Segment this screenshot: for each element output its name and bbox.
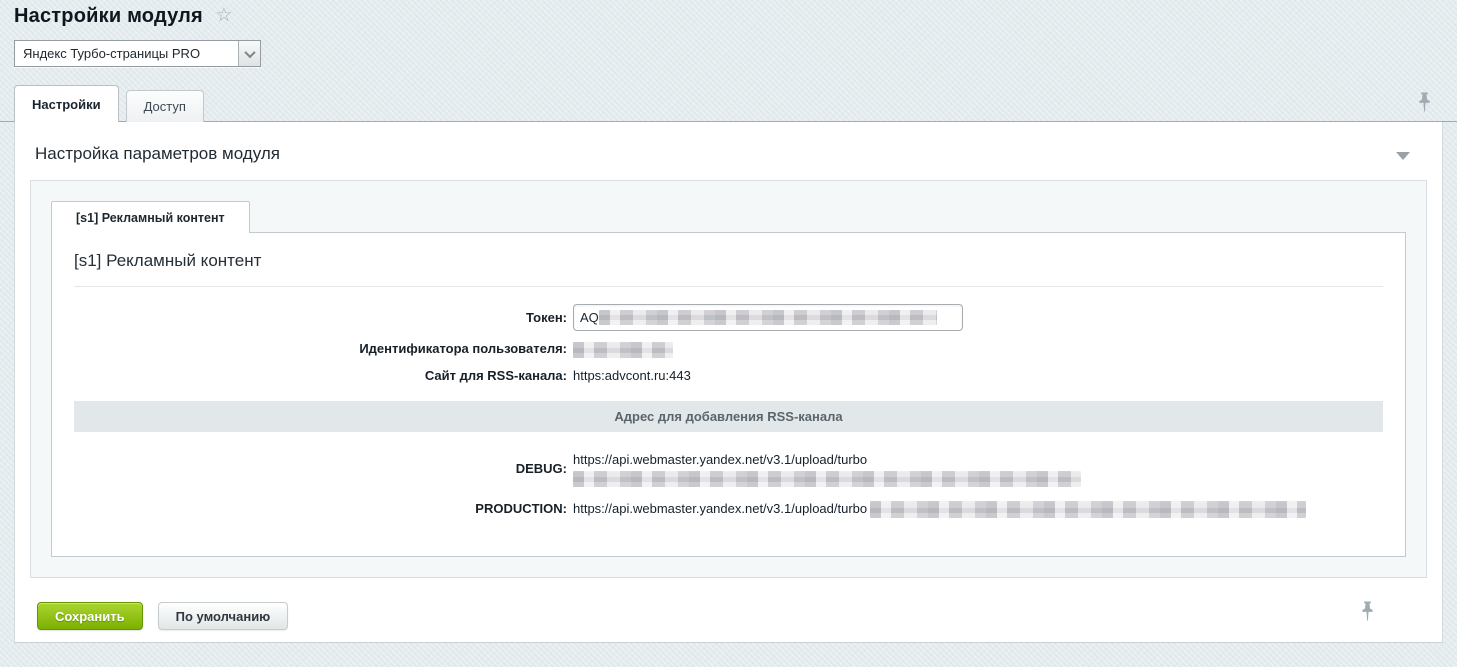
- main-tabbar: Настройки Доступ: [0, 85, 1457, 122]
- production-url: https://api.webmaster.yandex.net/v3.1/up…: [573, 501, 867, 516]
- divider: [74, 286, 1383, 287]
- rss-site-row: Сайт для RSS-канала: https:advcont.ru:44…: [74, 367, 1383, 385]
- module-select[interactable]: Яндекс Турбо-страницы PRO: [14, 40, 261, 67]
- tab-access[interactable]: Доступ: [126, 90, 204, 122]
- rss-address-header: Адрес для добавления RSS-канала: [74, 401, 1383, 432]
- module-inner-content: [s1] Рекламный контент Токен: Идентифика…: [51, 232, 1406, 557]
- debug-row: DEBUG: https://api.webmaster.yandex.net/…: [74, 451, 1383, 487]
- select-arrow-box[interactable]: [238, 41, 260, 66]
- token-field-wrap: [573, 304, 963, 331]
- production-value-wrap: https://api.webmaster.yandex.net/v3.1/up…: [573, 500, 1306, 518]
- save-button[interactable]: Сохранить: [37, 602, 143, 630]
- debug-label: DEBUG:: [74, 460, 573, 478]
- debug-value-wrap: https://api.webmaster.yandex.net/v3.1/up…: [573, 451, 1081, 487]
- panel-header: Настройка параметров модуля: [15, 122, 1442, 180]
- panel-title: Настройка параметров модуля: [35, 144, 280, 163]
- user-id-row: Идентификатора пользователя:: [74, 340, 1383, 358]
- debug-url: https://api.webmaster.yandex.net/v3.1/up…: [573, 451, 1081, 469]
- pin-icon-top[interactable]: [1417, 92, 1432, 113]
- footer-buttons: Сохранить По умолчанию: [37, 602, 288, 630]
- page-title: Настройки модуля: [14, 5, 203, 28]
- debug-redacted-line: [573, 471, 1081, 487]
- production-row: PRODUCTION: https://api.webmaster.yandex…: [74, 500, 1383, 518]
- user-id-value-wrap: [573, 340, 673, 358]
- token-label: Токен:: [74, 309, 573, 327]
- module-select-value: Яндекс Турбо-страницы PRO: [15, 46, 238, 61]
- pin-icon-bottom[interactable]: [1360, 601, 1375, 622]
- module-settings-box: [s1] Рекламный контент [s1] Рекламный ко…: [30, 180, 1427, 578]
- inner-heading: [s1] Рекламный контент: [74, 251, 1383, 271]
- production-label: PRODUCTION:: [74, 500, 573, 518]
- default-button[interactable]: По умолчанию: [158, 602, 289, 630]
- token-row: Токен:: [74, 304, 1383, 331]
- tab-settings[interactable]: Настройки: [14, 85, 119, 122]
- page-header: Настройки модуля ☆: [0, 0, 1457, 28]
- user-id-label: Идентификатора пользователя:: [74, 340, 573, 358]
- module-inner-tab[interactable]: [s1] Рекламный контент: [51, 201, 250, 233]
- favorite-star-icon[interactable]: ☆: [215, 4, 232, 27]
- collapse-triangle-icon[interactable]: [1396, 152, 1410, 160]
- rss-site-label: Сайт для RSS-канала:: [74, 367, 573, 385]
- chevron-down-icon: [244, 46, 255, 57]
- rss-site-value: https:advcont.ru:443: [573, 367, 691, 385]
- user-id-redacted-value: [573, 342, 673, 358]
- token-redacted-value: [599, 310, 937, 325]
- production-redacted-suffix: [870, 501, 1306, 518]
- settings-panel: Настройка параметров модуля [s1] Рекламн…: [14, 122, 1443, 643]
